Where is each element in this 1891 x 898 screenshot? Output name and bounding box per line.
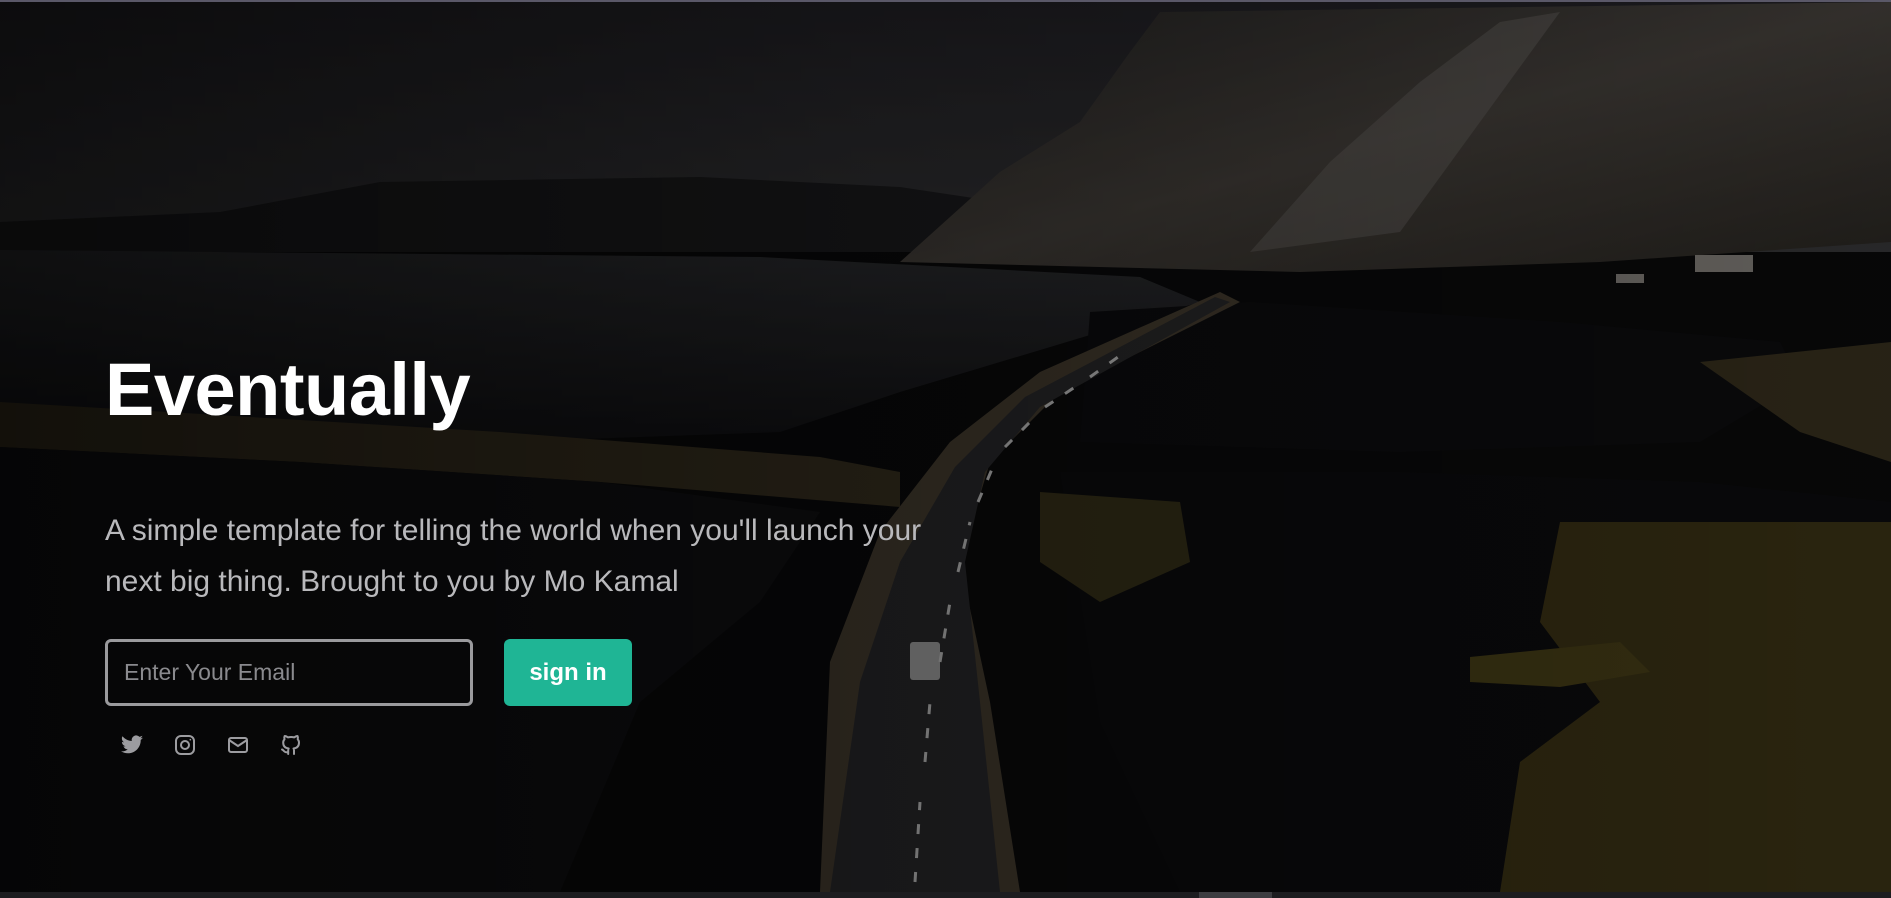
email-link[interactable] [221, 728, 254, 761]
social-links [115, 728, 925, 761]
twitter-link[interactable] [115, 728, 148, 761]
github-link[interactable] [274, 728, 307, 761]
instagram-icon [174, 734, 195, 755]
sign-in-button[interactable]: sign in [504, 639, 632, 706]
horizontal-scrollbar[interactable] [0, 892, 1891, 898]
scrollbar-thumb[interactable] [1199, 892, 1272, 898]
hero-subtitle: A simple template for telling the world … [105, 514, 922, 598]
email-input[interactable] [105, 639, 473, 706]
mail-icon [227, 736, 248, 753]
page: Eventually A simple template for telling… [0, 0, 1891, 898]
signup-form: sign in [105, 639, 925, 706]
twitter-icon [120, 734, 143, 753]
hero-content: Eventually A simple template for telling… [105, 345, 925, 761]
instagram-link[interactable] [168, 728, 201, 761]
github-icon [280, 734, 300, 755]
page-title: Eventually [105, 348, 471, 431]
